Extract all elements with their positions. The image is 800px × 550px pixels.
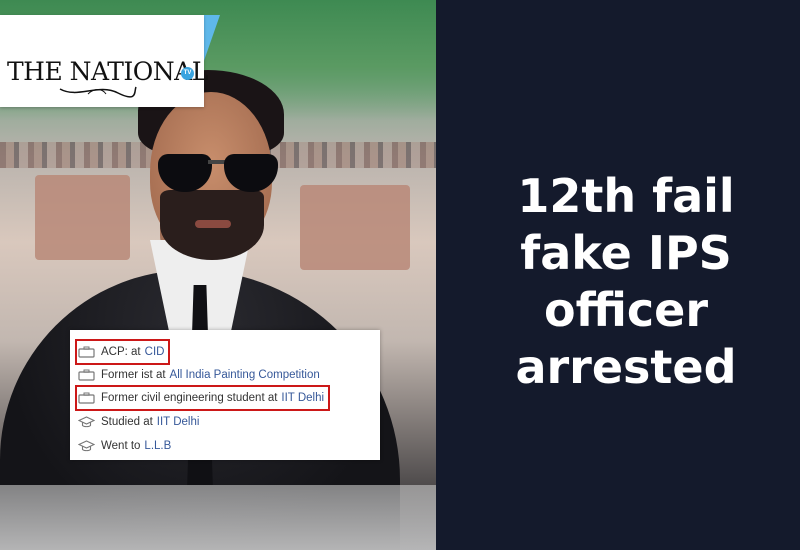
background-structure [35,175,130,260]
sunglasses [158,154,282,194]
profile-item-text: Studied at [101,416,153,428]
briefcase-icon [78,369,95,381]
profile-item-link[interactable]: IIT Delhi [281,392,324,404]
profile-item-work-cid: ACP: at CID [74,339,171,365]
headline: 12th fail fake IPS officer arrested [456,168,796,396]
brand-tv-badge: TV [181,67,194,80]
background-structure [300,185,410,270]
profile-item-text: Former civil engineering student at [101,392,278,404]
profile-item-text: Went to [101,440,141,452]
profile-item-link[interactable]: All India Painting Competition [170,369,320,381]
headline-line: fake IPS [520,226,732,280]
profile-info-card: ACP: at CID Former ist at All India Pain… [70,330,380,460]
profile-item-work-painting: Former ist at All India Painting Competi… [78,365,320,385]
graduation-cap-icon [78,416,95,428]
profile-item-work-iit: Former civil engineering student at IIT … [74,385,331,411]
profile-item-link[interactable]: CID [145,346,165,358]
photo-bottom-fade [0,485,436,550]
profile-item-education-iit: Studied at IIT Delhi [78,412,199,432]
brand-logo: THE NATIONAL TV [0,15,208,107]
briefcase-icon [78,346,95,358]
logo-swash-icon [59,86,137,98]
person-mouth [195,220,231,228]
profile-item-link[interactable]: IIT Delhi [157,416,200,428]
graduation-cap-icon [78,440,95,452]
headline-line: arrested [515,340,737,394]
briefcase-icon [78,392,95,404]
profile-item-education-llb: Went to L.L.B [78,436,171,456]
brand-name: THE NATIONAL [7,57,208,86]
headline-line: officer [543,283,709,337]
headline-line: 12th fail [517,169,735,223]
profile-item-text: Former ist at [101,369,166,381]
profile-item-text: ACP: at [101,346,141,358]
profile-item-link[interactable]: L.L.B [144,440,171,452]
